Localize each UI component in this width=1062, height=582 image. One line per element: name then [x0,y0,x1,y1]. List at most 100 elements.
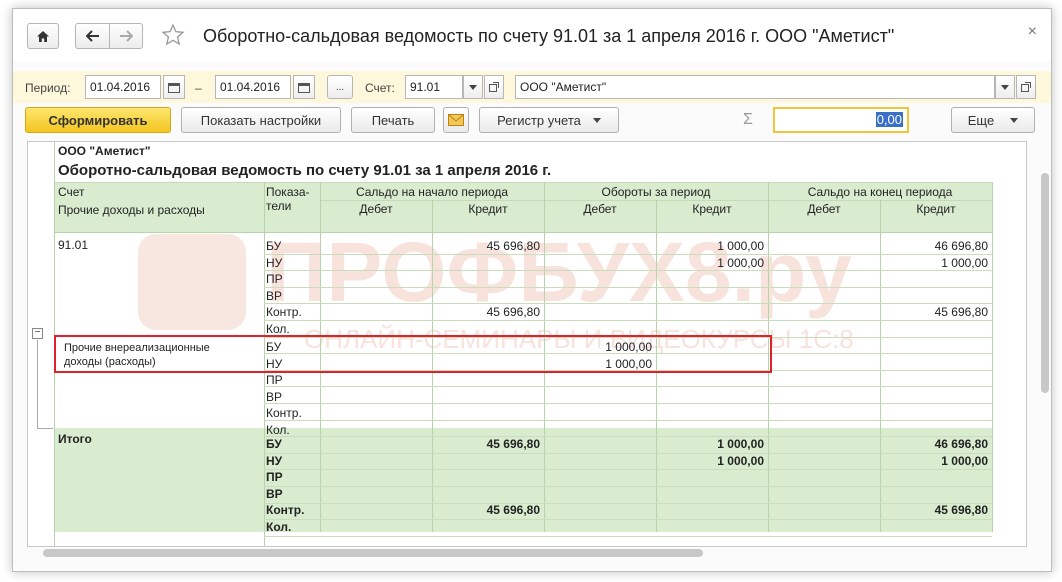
amount-cell: 45 696,80 [486,239,540,253]
indicator-cell: Контр. [266,305,302,320]
grid-line [54,232,992,233]
row-separator [264,403,992,404]
report-window: Оборотно-сальдовая ведомость по счету 91… [12,8,1052,572]
horizontal-scroll-thumb[interactable] [43,549,703,557]
grid-line [54,182,992,183]
row-separator [264,486,992,487]
forward-button[interactable] [109,23,143,49]
amount-cell: 45 696,80 [934,305,988,320]
arrow-left-icon [85,30,99,42]
generate-button[interactable]: Сформировать [25,107,171,133]
report-spreadsheet[interactable]: ПРОФБУХ8.ру ОНЛАЙН-СЕМИНАРЫ И ВИДЕОКУРСЫ… [27,141,1027,547]
row-separator [264,420,992,421]
amount-cell: 1 000,00 [941,255,988,270]
send-email-button[interactable] [443,107,469,133]
organization-field[interactable]: ООО "Аметист" [515,75,995,99]
calendar-to-button[interactable] [293,75,315,99]
indicator-cell: БУ [266,437,282,451]
close-icon[interactable]: × [1028,23,1037,41]
show-settings-button[interactable]: Показать настройки [181,107,341,133]
print-button[interactable]: Печать [351,107,435,133]
indicator-cell: БУ [266,239,282,253]
home-button[interactable] [27,23,59,49]
window-title: Оборотно-сальдовая ведомость по счету 91… [203,26,895,46]
date-from-field[interactable]: 01.04.2016 [85,75,161,99]
watermark-logo [138,234,246,330]
indicator-cell: ВР [266,389,283,404]
grid-line [992,182,993,532]
amount-cell: 45 696,80 [934,503,988,518]
amount-cell: 1 000,00 [717,437,764,451]
closing-credit-header: Кредит [916,202,956,216]
collapse-group-button[interactable]: − [32,328,43,339]
calendar-icon [168,82,180,93]
favorite-star-icon[interactable] [161,23,185,52]
vertical-scroll-thumb[interactable] [1041,173,1049,393]
account-field[interactable]: 91.01 [405,75,463,99]
indicator-cell: НУ [266,255,283,270]
home-icon [37,30,49,42]
sum-field[interactable]: 0,00 [773,107,909,133]
report-title: Оборотно-сальдовая ведомость по счету 91… [58,162,552,179]
more-button[interactable]: Еще [951,107,1035,133]
date-to-field[interactable]: 01.04.2016 [215,75,291,99]
period-dash: – [195,81,202,95]
indicator-cell: ПР [266,272,283,287]
register-button[interactable]: Регистр учета [479,107,619,133]
amount-cell: 1 000,00 [717,255,764,270]
amount-cell: 45 696,80 [486,503,540,518]
organization-open-button[interactable] [1016,75,1036,99]
row-separator [264,303,992,304]
amount-cell: 45 696,80 [486,305,540,320]
horizontal-scrollbar[interactable] [43,549,1023,559]
vertical-scrollbar[interactable] [1041,157,1049,537]
chevron-down-icon [1010,117,1019,123]
indicator-cell: ВР [266,288,283,303]
back-button[interactable] [75,23,109,49]
amount-cell: 46 696,80 [934,239,988,253]
calendar-icon [298,82,310,93]
chevron-down-icon [1001,84,1009,90]
sum-value: 0,00 [875,112,903,127]
account-open-button[interactable] [484,75,504,99]
account-label: Счет: [365,81,395,95]
indicator-cell: Контр. [266,406,302,421]
col-subconto-header: Прочие доходы и расходы [58,203,205,217]
organization-dropdown-button[interactable] [995,75,1015,99]
amount-cell: 1 000,00 [717,239,764,253]
arrow-right-icon [120,30,133,42]
col-opening-header: Сальдо на начало периода [355,185,509,199]
chevron-down-icon [592,117,601,123]
envelope-icon [448,114,464,126]
open-link-icon [489,82,499,92]
sigma-icon: Σ [743,111,753,128]
col-closing-header: Сальдо на конец периода [807,185,953,199]
amount-cell: 45 696,80 [486,437,540,451]
total-label: Итого [58,432,92,446]
tree-line [37,340,38,428]
turnover-debit-header: Дебет [583,202,617,216]
indicator-cell: ВР [266,486,283,501]
col-turnover-header: Обороты за период [601,185,711,199]
row-separator [264,320,992,321]
parameters-panel: Период: 01.04.2016 – 01.04.2016 ... Счет… [13,71,1051,103]
row-separator [264,270,992,271]
period-select-button[interactable]: ... [327,75,353,99]
period-label: Период: [25,81,71,95]
turnover-credit-header: Кредит [692,202,732,216]
row-separator [264,287,992,288]
amount-cell: 46 696,80 [934,437,988,451]
indicator-cell: Контр. [266,503,305,518]
report-org: ООО "Аметист" [58,144,151,158]
calendar-from-button[interactable] [163,75,185,99]
col-account-header: Счет [58,185,85,199]
opening-credit-header: Кредит [468,202,508,216]
indicator-cell: Кол. [266,423,290,437]
col-indicators-header-2: тели [266,199,292,213]
register-button-label: Регистр учета [497,112,581,128]
account-dropdown-button[interactable] [463,75,483,99]
row-separator [264,519,992,520]
open-link-icon [1021,82,1031,92]
row-separator [264,469,992,470]
more-button-label: Еще [967,112,995,128]
